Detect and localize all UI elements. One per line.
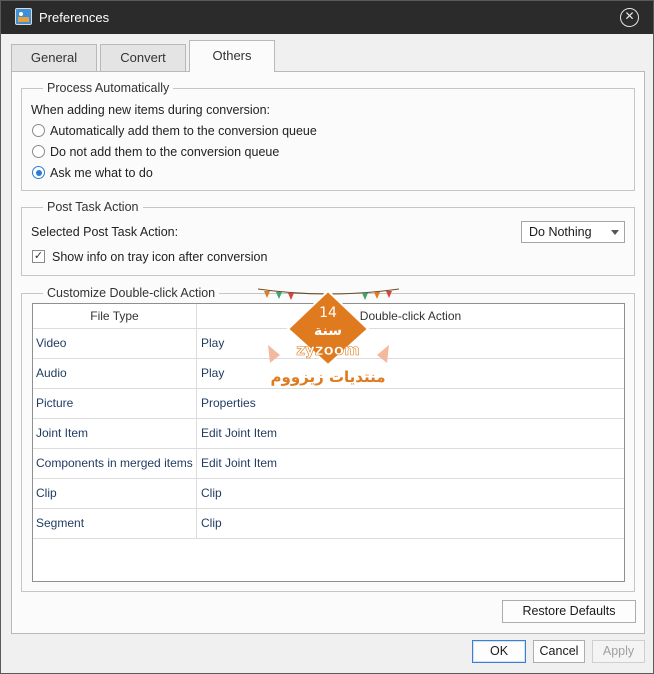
close-icon[interactable]: ✕ <box>620 8 639 27</box>
row-file-type: Video <box>33 329 197 358</box>
app-icon <box>15 8 32 25</box>
tab-general[interactable]: General <box>11 44 97 71</box>
row-action[interactable]: Edit Joint Item <box>197 419 624 448</box>
watermark-arabic-text: منتديات زيزووم <box>271 368 386 386</box>
radio-ask-me[interactable] <box>32 166 45 179</box>
row-file-type: Joint Item <box>33 419 197 448</box>
tray-info-checkbox[interactable]: ✓ <box>32 250 45 263</box>
row-file-type: Clip <box>33 479 197 508</box>
radio-auto-add-label[interactable]: Automatically add them to the conversion… <box>50 124 317 138</box>
post-task-title: Post Task Action <box>47 200 139 214</box>
process-automatically-title: Process Automatically <box>47 81 170 95</box>
row-file-type: Picture <box>33 389 197 418</box>
restore-defaults-button[interactable]: Restore Defaults <box>502 600 636 623</box>
apply-button[interactable]: Apply <box>592 640 645 663</box>
row-action[interactable]: Edit Joint Item <box>197 449 624 478</box>
badge-text: سنة <box>314 323 342 339</box>
title-bar[interactable]: Preferences ✕ <box>1 1 653 34</box>
row-file-type: Segment <box>33 509 197 538</box>
column-header-file-type[interactable]: File Type <box>33 304 197 328</box>
row-action[interactable]: Properties <box>197 389 624 418</box>
zyzoom-watermark: 14 سنة zyzoom منتديات زيزووم <box>257 288 400 386</box>
post-task-select[interactable]: Do Nothing <box>521 221 625 243</box>
tab-convert[interactable]: Convert <box>100 44 186 71</box>
row-action[interactable]: Clip <box>197 479 624 508</box>
balloon-right-icon <box>377 345 389 363</box>
radio-auto-add[interactable] <box>32 124 45 137</box>
row-file-type: Audio <box>33 359 197 388</box>
balloon-left-icon <box>268 345 280 363</box>
ok-button[interactable]: OK <box>472 640 526 663</box>
post-task-select-value: Do Nothing <box>529 225 592 239</box>
tray-info-label[interactable]: Show info on tray icon after conversion <box>52 250 267 264</box>
table-row[interactable]: Clip Clip <box>33 479 624 509</box>
table-row[interactable]: Segment Clip <box>33 509 624 539</box>
tab-others[interactable]: Others <box>189 40 275 72</box>
table-row[interactable]: Picture Properties <box>33 389 624 419</box>
radio-ask-me-label[interactable]: Ask me what to do <box>50 166 153 180</box>
window-title: Preferences <box>39 10 110 25</box>
radio-do-not-add[interactable] <box>32 145 45 158</box>
table-row[interactable]: Components in merged items Edit Joint It… <box>33 449 624 479</box>
badge-number: 14 <box>319 305 337 321</box>
watermark-brand: zyzoom <box>296 341 359 359</box>
process-prompt: When adding new items during conversion: <box>31 103 271 117</box>
row-file-type: Components in merged items <box>33 449 197 478</box>
post-task-label: Selected Post Task Action: <box>31 225 179 239</box>
cancel-button[interactable]: Cancel <box>533 640 585 663</box>
radio-do-not-add-label[interactable]: Do not add them to the conversion queue <box>50 145 279 159</box>
preferences-window: Preferences ✕ General Convert Others Pro… <box>0 0 654 674</box>
chevron-down-icon <box>611 230 619 235</box>
row-action[interactable]: Clip <box>197 509 624 538</box>
double-click-title: Customize Double-click Action <box>47 286 216 300</box>
table-row[interactable]: Joint Item Edit Joint Item <box>33 419 624 449</box>
